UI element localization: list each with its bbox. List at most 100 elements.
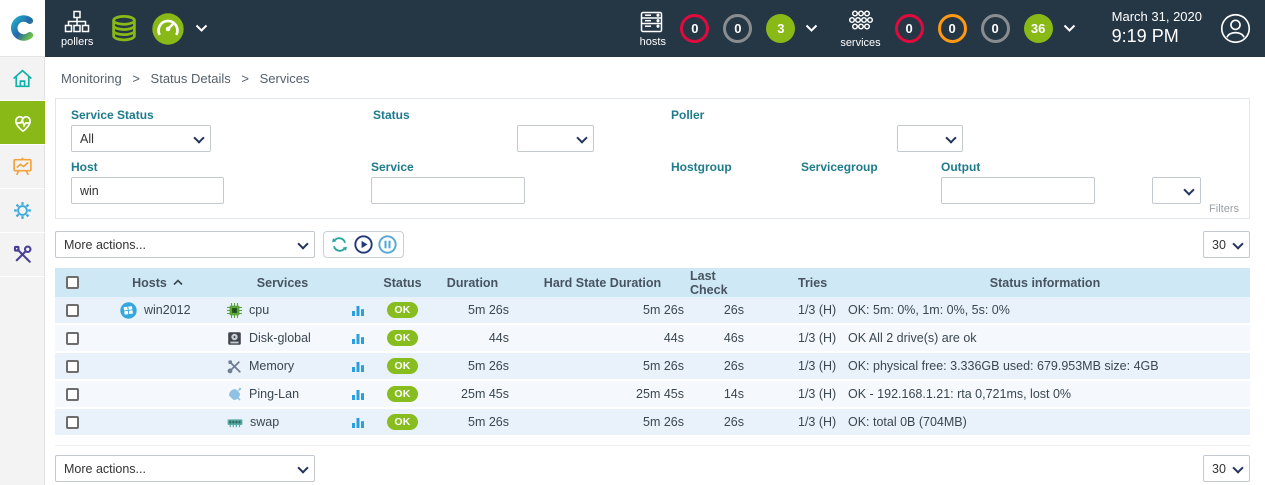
host-cell[interactable]: win2012 bbox=[90, 297, 225, 323]
breadcrumb-monitoring[interactable]: Monitoring bbox=[61, 71, 122, 86]
more-actions-bottom-select[interactable]: More actions... bbox=[55, 455, 315, 482]
hard-state-duration-cell: 44s bbox=[515, 325, 690, 351]
breadcrumb-status-details[interactable]: Status Details bbox=[151, 71, 231, 86]
service-name[interactable]: cpu bbox=[249, 303, 269, 317]
service-cell[interactable]: Ping-Lan bbox=[225, 381, 340, 407]
column-status-information[interactable]: Status information bbox=[840, 276, 1250, 290]
service-cell[interactable]: swap bbox=[225, 409, 340, 435]
row-checkbox-cell bbox=[55, 409, 90, 435]
services-icon bbox=[846, 9, 874, 35]
swap-ram-icon bbox=[227, 415, 243, 430]
column-tries[interactable]: Tries bbox=[750, 276, 840, 290]
graph-icon[interactable] bbox=[351, 359, 365, 373]
service-input[interactable] bbox=[371, 177, 525, 204]
home-icon bbox=[11, 67, 34, 90]
play-button[interactable] bbox=[354, 235, 373, 254]
pollers-group: pollers bbox=[61, 10, 208, 48]
services-chevron-icon[interactable] bbox=[1063, 24, 1076, 33]
column-hosts[interactable]: Hosts bbox=[90, 276, 225, 290]
heart-pulse-icon bbox=[11, 111, 35, 135]
status-badge: OK bbox=[387, 330, 417, 346]
services-critical-counter[interactable]: 0 bbox=[895, 14, 924, 43]
hosts-unreachable-counter[interactable]: 0 bbox=[723, 14, 752, 43]
host-field-wrap bbox=[71, 177, 224, 204]
graph-icon[interactable] bbox=[351, 415, 365, 429]
sidebar-item-monitoring[interactable] bbox=[0, 101, 45, 145]
row-checkbox[interactable] bbox=[66, 360, 79, 373]
page-size-bottom-wrap: 30 bbox=[1203, 455, 1250, 482]
hosts-status[interactable]: hosts bbox=[639, 10, 666, 48]
column-duration[interactable]: Duration bbox=[430, 276, 515, 290]
column-info-label: Status information bbox=[990, 276, 1100, 290]
tries-cell: 1/3 (H) bbox=[750, 297, 840, 323]
ping-satellite-icon bbox=[227, 387, 242, 402]
service-cell[interactable]: cpu bbox=[225, 297, 340, 323]
tries-cell: 1/3 (H) bbox=[750, 353, 840, 379]
select-all-cell bbox=[55, 276, 90, 289]
service-label: Service bbox=[371, 160, 414, 174]
host-input[interactable] bbox=[71, 177, 224, 204]
table-row: win2012cpuOK5m 26s5m 26s26s1/3 (H)OK: 5m… bbox=[55, 297, 1250, 325]
hosts-up-counter[interactable]: 3 bbox=[766, 14, 795, 43]
centreon-logo[interactable] bbox=[0, 0, 45, 57]
row-checkbox-cell bbox=[55, 381, 90, 407]
column-last-check[interactable]: Last Check bbox=[690, 269, 750, 297]
row-checkbox[interactable] bbox=[66, 388, 79, 401]
row-checkbox[interactable] bbox=[66, 304, 79, 317]
service-status-select[interactable]: All bbox=[71, 125, 211, 152]
hard-state-duration-cell: 25m 45s bbox=[515, 381, 690, 407]
pollers-status[interactable]: pollers bbox=[61, 10, 93, 48]
service-name[interactable]: swap bbox=[250, 415, 279, 429]
status-cell: OK bbox=[375, 381, 430, 407]
last-check-cell: 26s bbox=[690, 409, 750, 435]
page-size-select[interactable]: 30 bbox=[1203, 231, 1250, 258]
output-input[interactable] bbox=[941, 177, 1095, 204]
service-name[interactable]: Memory bbox=[249, 359, 294, 373]
graph-icon[interactable] bbox=[351, 331, 365, 345]
status-cell: OK bbox=[375, 297, 430, 323]
duration-cell: 25m 45s bbox=[430, 381, 515, 407]
more-actions-select[interactable]: More actions... bbox=[55, 231, 315, 258]
row-checkbox[interactable] bbox=[66, 416, 79, 429]
column-hard-state-duration[interactable]: Hard State Duration bbox=[515, 276, 690, 290]
servicegroup-select[interactable] bbox=[1152, 177, 1201, 204]
database-status[interactable] bbox=[109, 13, 139, 45]
services-label: services bbox=[840, 38, 880, 49]
servicegroup-label: Servicegroup bbox=[801, 160, 878, 174]
service-cell[interactable]: Memory bbox=[225, 353, 340, 379]
pause-button[interactable] bbox=[378, 235, 397, 254]
latency-status[interactable] bbox=[151, 12, 185, 46]
sidebar-item-home[interactable] bbox=[0, 57, 45, 101]
graph-icon[interactable] bbox=[351, 303, 365, 317]
duration-cell: 5m 26s bbox=[430, 353, 515, 379]
sidebar-item-reporting[interactable] bbox=[0, 145, 45, 189]
column-services[interactable]: Services bbox=[225, 276, 340, 290]
hosts-down-counter[interactable]: 0 bbox=[680, 14, 709, 43]
services-warning-counter[interactable]: 0 bbox=[938, 14, 967, 43]
services-ok-counter[interactable]: 36 bbox=[1024, 14, 1053, 43]
tries-cell: 1/3 (H) bbox=[750, 381, 840, 407]
poller-select[interactable] bbox=[897, 125, 963, 152]
hosts-chevron-icon[interactable] bbox=[805, 24, 818, 33]
services-unknown-counter[interactable]: 0 bbox=[981, 14, 1010, 43]
status-select[interactable] bbox=[517, 125, 594, 152]
pollers-chevron-icon[interactable] bbox=[195, 24, 208, 33]
services-status[interactable]: services bbox=[840, 9, 880, 49]
hostgroup-label: Hostgroup bbox=[671, 160, 732, 174]
page-size-bottom-select[interactable]: 30 bbox=[1203, 455, 1250, 482]
host-cell bbox=[90, 381, 225, 407]
host-name[interactable]: win2012 bbox=[144, 303, 191, 317]
sidebar-item-configuration[interactable] bbox=[0, 189, 45, 233]
column-status[interactable]: Status bbox=[375, 276, 430, 290]
service-name[interactable]: Disk-global bbox=[249, 331, 311, 345]
row-checkbox[interactable] bbox=[66, 332, 79, 345]
service-cell[interactable]: Disk-global bbox=[225, 325, 340, 351]
user-menu-button[interactable] bbox=[1220, 13, 1251, 44]
sidebar-item-administration[interactable] bbox=[0, 233, 45, 277]
select-all-checkbox[interactable] bbox=[66, 276, 79, 289]
status-information-cell: OK All 2 drive(s) are ok bbox=[840, 325, 1250, 351]
column-duration-label: Duration bbox=[447, 276, 498, 290]
refresh-button[interactable] bbox=[330, 235, 349, 254]
graph-icon[interactable] bbox=[351, 387, 365, 401]
service-name[interactable]: Ping-Lan bbox=[249, 387, 299, 401]
